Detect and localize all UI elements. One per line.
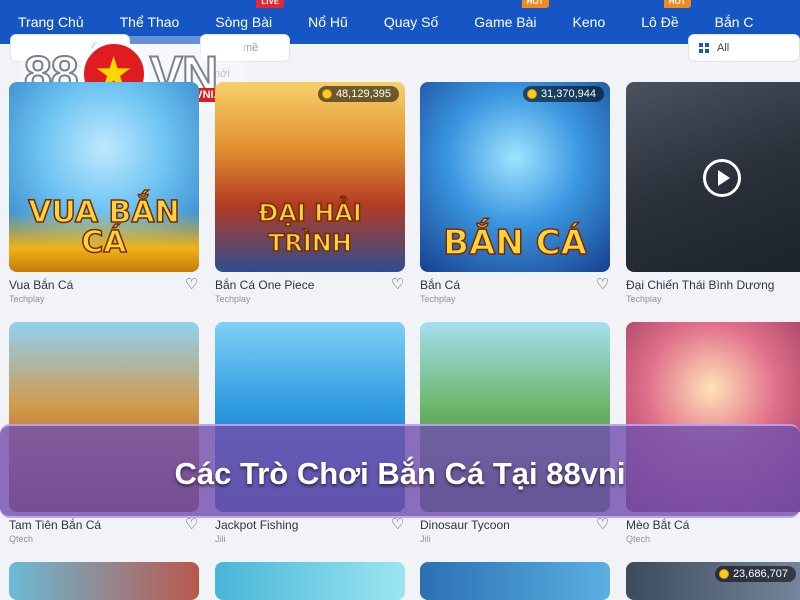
game-thumbnail[interactable]: 48,129,395 ĐẠI HẢI TRÌNH xyxy=(215,82,405,272)
game-art-title: ĐẠI HẢI TRÌNH xyxy=(257,198,362,258)
game-art xyxy=(9,562,199,600)
game-provider: Techplay xyxy=(215,294,251,304)
category-select-label: All xyxy=(717,42,730,54)
game-card[interactable]: 48,129,395 ĐẠI HẢI TRÌNH Bắn Cá One Piec… xyxy=(215,82,405,304)
favorite-heart-icon[interactable]: ♡ xyxy=(596,517,610,532)
game-provider: Techplay xyxy=(9,294,45,304)
nav-item-keno[interactable]: Keno xyxy=(555,0,624,44)
game-name: Jackpot Fishing xyxy=(215,518,299,532)
game-thumbnail[interactable]: VUA BẮN CÁ xyxy=(9,82,199,272)
game-thumbnail[interactable]: 31,370,944 BẮN CÁ xyxy=(420,82,610,272)
game-thumbnail[interactable] xyxy=(9,562,199,600)
game-thumbnail[interactable]: 23,686,707 xyxy=(626,562,800,600)
nav-item-card-games[interactable]: Game Bài HOT xyxy=(456,0,554,44)
game-name: Mèo Bắt Cá xyxy=(626,518,690,532)
game-provider: Jili xyxy=(215,534,226,544)
nav-label: Nổ Hũ xyxy=(308,14,348,30)
game-art xyxy=(215,562,405,600)
nav-item-slots[interactable]: Nổ Hũ xyxy=(290,0,366,44)
game-art xyxy=(420,562,610,600)
game-card[interactable]: 23,686,707 xyxy=(626,562,800,600)
play-icon[interactable] xyxy=(703,159,741,197)
nav-label: Lô Đề xyxy=(641,14,679,30)
coin-icon xyxy=(321,89,332,99)
favorite-heart-icon[interactable]: ♡ xyxy=(596,277,610,292)
hot-badge: HOT xyxy=(521,0,549,8)
game-provider: Qtech xyxy=(9,534,34,544)
nav-label: Game Bài xyxy=(474,14,537,30)
nav-label: Thể Thao xyxy=(119,14,180,30)
game-thumbnail[interactable] xyxy=(420,562,610,600)
game-card[interactable]: VUA BẮN CÁ Vua Bắn Cá Techplay ♡ xyxy=(9,82,199,304)
promo-banner: Các Trò Chơi Bắn Cá Tại 88vni xyxy=(0,424,800,518)
coin-icon xyxy=(718,569,729,579)
jackpot-badge: 23,686,707 xyxy=(714,566,796,582)
game-art-title: VUA BẮN CÁ xyxy=(27,195,180,260)
game-name: Dinosaur Tycoon xyxy=(420,518,510,532)
game-card[interactable] xyxy=(9,562,199,600)
jackpot-badge: 31,370,944 xyxy=(522,86,604,102)
game-card[interactable]: 31,370,944 BẮN CÁ Bắn Cá Techplay ♡ xyxy=(420,82,610,304)
coin-icon xyxy=(526,89,537,99)
game-provider: Techplay xyxy=(420,294,456,304)
game-card[interactable] xyxy=(215,562,405,600)
category-select[interactable]: All xyxy=(688,34,800,62)
nav-item-lo-de[interactable]: Lô Đề HOT xyxy=(623,0,696,44)
game-card[interactable] xyxy=(420,562,610,600)
game-name: Bắn Cá One Piece xyxy=(215,278,315,292)
live-badge: LIVE xyxy=(256,0,285,8)
nav-label: Trang Chủ xyxy=(18,14,84,30)
nav-item-lottery[interactable]: Quay Số xyxy=(366,0,456,44)
game-name: Đại Chiến Thái Bình Dương xyxy=(626,278,775,292)
nav-label: Bắn C xyxy=(714,14,754,30)
favorite-heart-icon[interactable]: ♡ xyxy=(185,277,199,292)
jackpot-amount: 48,129,395 xyxy=(335,88,391,100)
hot-badge: HOT xyxy=(663,0,691,8)
game-thumbnail[interactable] xyxy=(626,82,800,272)
jackpot-badge: 48,129,395 xyxy=(317,86,399,102)
game-name: Tam Tiên Bắn Cá xyxy=(9,518,102,532)
game-card[interactable]: Đại Chiến Thái Bình Dương Techplay xyxy=(626,82,800,304)
jackpot-amount: 31,370,944 xyxy=(540,88,596,100)
game-provider: Techplay xyxy=(626,294,662,304)
game-thumbnail[interactable] xyxy=(215,562,405,600)
grid-icon xyxy=(699,43,709,53)
favorite-heart-icon[interactable]: ♡ xyxy=(391,277,405,292)
nav-label: Sòng Bài xyxy=(215,14,273,30)
nav-label: Keno xyxy=(572,14,606,30)
game-provider: Qtech xyxy=(626,534,651,544)
favorite-heart-icon[interactable]: ♡ xyxy=(391,517,405,532)
game-provider: Jili xyxy=(420,534,431,544)
game-name: Bắn Cá xyxy=(420,278,461,292)
favorite-heart-icon[interactable]: ♡ xyxy=(185,517,199,532)
banner-title: Các Trò Chơi Bắn Cá Tại 88vni xyxy=(174,456,626,491)
nav-label: Quay Số xyxy=(383,14,439,30)
jackpot-amount: 23,686,707 xyxy=(732,568,788,580)
game-name: Vua Bắn Cá xyxy=(9,278,74,292)
game-art-title: BẮN CÁ xyxy=(442,223,587,263)
